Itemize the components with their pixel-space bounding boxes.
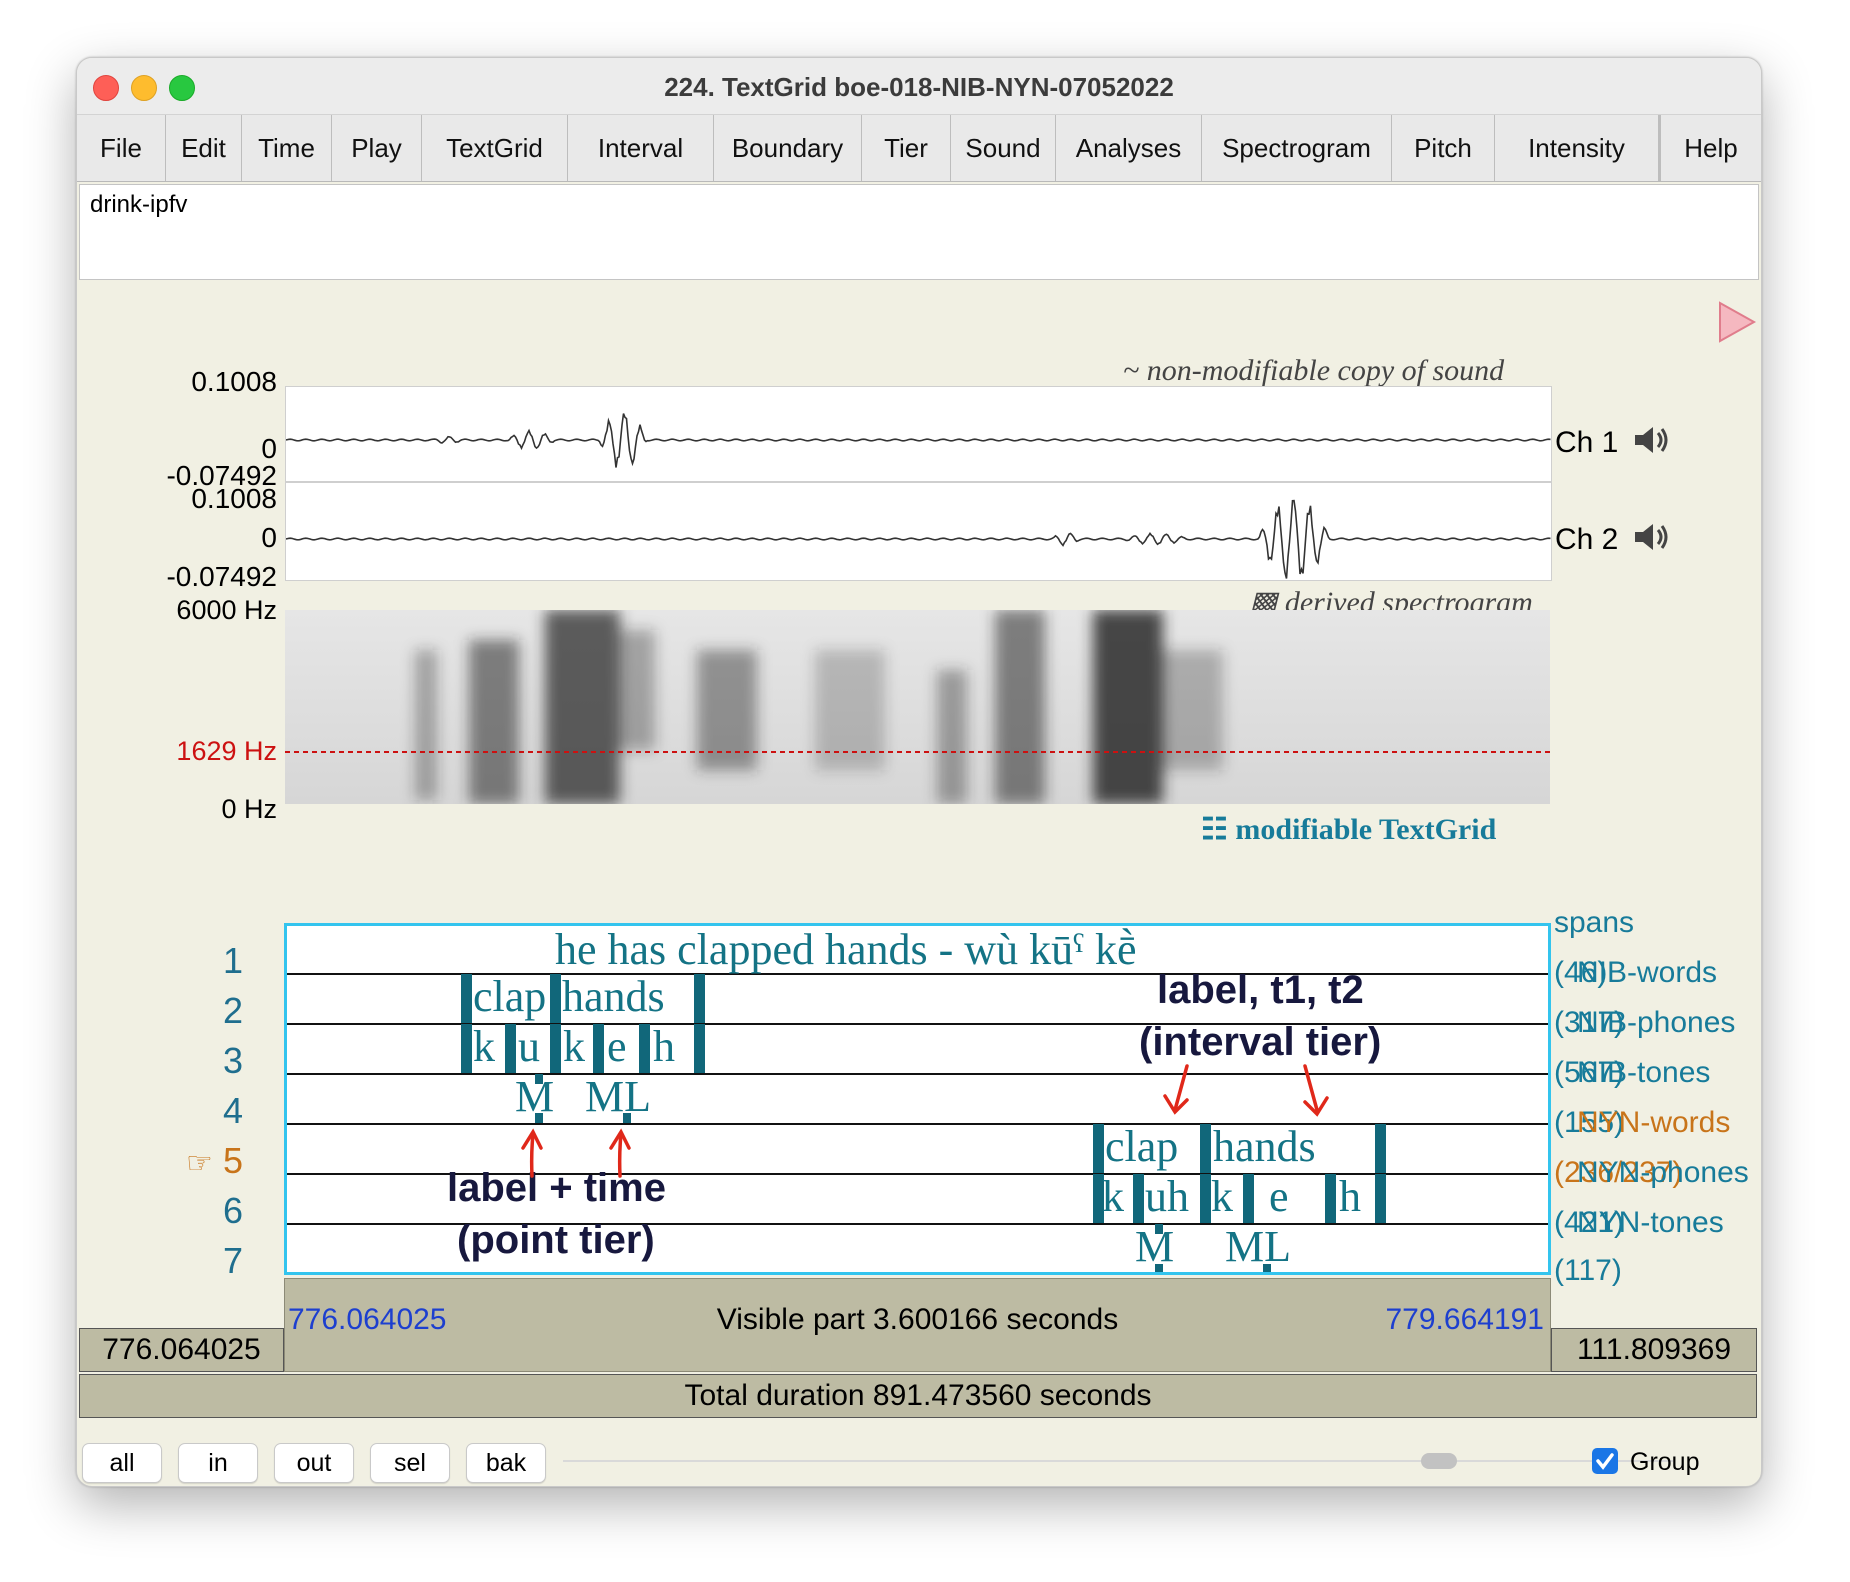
- tier-number-4: 4: [222, 1090, 243, 1131]
- tier-name-2: NIB-words: [1577, 956, 1718, 989]
- textgrid-panel[interactable]: he has clapped hands - wù kūˤ kḕ clap ha…: [284, 923, 1551, 1275]
- tier-name-5: NYN-words: [1577, 1106, 1731, 1139]
- waveform-ch1[interactable]: [285, 386, 1552, 482]
- tier-number-5-group[interactable]: ☞ 5: [123, 1140, 243, 1182]
- zoom-all-button[interactable]: all: [82, 1443, 162, 1483]
- ch2-zero-label: 0: [261, 522, 277, 553]
- visible-end-time: 779.664191: [1385, 1303, 1545, 1336]
- textgrid-note: ☷ modifiable TextGrid: [1201, 813, 1497, 846]
- tier-count-7: (117): [1554, 1254, 1622, 1287]
- group-checkbox[interactable]: [1592, 1448, 1618, 1474]
- tier-number-7: 7: [222, 1240, 243, 1281]
- play-triangle-icon[interactable]: [1717, 300, 1757, 344]
- zoom-selection-button[interactable]: sel: [370, 1443, 450, 1483]
- interval-text-field[interactable]: drink-ipfv: [79, 184, 1759, 280]
- spectrogram-cursor-label: 1629 Hz: [176, 736, 277, 766]
- tier-name-6: NYN-phones: [1577, 1156, 1749, 1189]
- scrollbar-thumb[interactable]: [1421, 1453, 1457, 1469]
- group-label: Group: [1630, 1448, 1700, 1476]
- interval-text-value: drink-ipfv: [90, 191, 188, 218]
- ch2-label: Ch 2: [1555, 523, 1619, 556]
- speaker-icon[interactable]: [1633, 424, 1671, 456]
- spectrogram-image: [285, 610, 1550, 804]
- menu-interval[interactable]: Interval: [568, 115, 714, 181]
- menu-intensity[interactable]: Intensity: [1495, 115, 1659, 181]
- tier-number-6: 6: [222, 1190, 243, 1231]
- tier-number-3: 3: [222, 1040, 243, 1081]
- menu-boundary[interactable]: Boundary: [714, 115, 862, 181]
- menu-spectrogram[interactable]: Spectrogram: [1202, 115, 1392, 181]
- ch1-label: Ch 1: [1555, 426, 1619, 459]
- tier-name-7: NYN-tones: [1577, 1206, 1724, 1239]
- spectrogram-top-label: 6000 Hz: [176, 595, 277, 625]
- visible-part-bar[interactable]: 776.064025 Visible part 3.600166 seconds…: [284, 1278, 1551, 1372]
- menu-sound[interactable]: Sound: [951, 115, 1056, 181]
- menu-textgrid[interactable]: TextGrid: [422, 115, 568, 181]
- annotation-arrows: [521, 1064, 1329, 1178]
- ch1-label-group: Ch 1: [1555, 424, 1671, 460]
- waveform-ch2-trace: [285, 499, 1551, 579]
- waveform-ch2[interactable]: [285, 482, 1552, 581]
- speaker-icon[interactable]: [1633, 521, 1671, 553]
- ch2-min-label: -0.07492: [166, 561, 277, 592]
- zoom-out-button[interactable]: out: [274, 1443, 354, 1483]
- tier-number-1: 1: [222, 940, 243, 981]
- menu-pitch[interactable]: Pitch: [1392, 115, 1495, 181]
- checkmark-icon: [1596, 1453, 1614, 1470]
- ch2-max-label: 0.1008: [191, 483, 277, 514]
- menu-time[interactable]: Time: [242, 115, 332, 181]
- window-title: 224. TextGrid boe-018-NIB-NYN-07052022: [664, 72, 1174, 102]
- waveform-line: [285, 413, 1551, 468]
- horizontal-scrollbar-track[interactable]: [563, 1460, 1673, 1462]
- ch2-label-group: Ch 2: [1555, 521, 1671, 557]
- waveform-line: [285, 499, 1551, 579]
- waveform-ch1-trace: [285, 413, 1551, 468]
- sound-note: ~ non-modifiable copy of sound: [1123, 354, 1505, 387]
- zoom-in-button[interactable]: in: [178, 1443, 258, 1483]
- spectrogram-bottom-label: 0 Hz: [221, 794, 277, 824]
- tier-number-2: 2: [222, 990, 243, 1031]
- tier-name-1: spans: [1554, 906, 1635, 939]
- menu-play[interactable]: Play: [332, 115, 422, 181]
- menu-bar: File Edit Time Play TextGrid Interval Bo…: [77, 115, 1761, 182]
- ch1-max-label: 0.1008: [191, 366, 277, 397]
- textgrid-editor-window: 224. TextGrid boe-018-NIB-NYN-07052022 F…: [76, 57, 1762, 1487]
- total-duration-bar[interactable]: Total duration 891.473560 seconds: [79, 1374, 1757, 1418]
- menu-file[interactable]: File: [77, 115, 166, 181]
- spectrogram-panel[interactable]: [285, 610, 1550, 804]
- menu-edit[interactable]: Edit: [166, 115, 242, 181]
- tier-name-3: NIB-phones: [1577, 1006, 1736, 1039]
- left-window-time[interactable]: 776.064025: [79, 1328, 284, 1372]
- right-window-time[interactable]: 111.809369: [1551, 1328, 1757, 1372]
- tier-number-5: 5: [222, 1140, 243, 1181]
- tier-name-4: NIB-tones: [1577, 1056, 1711, 1089]
- pointing-hand-icon: ☞: [186, 1147, 213, 1180]
- menu-help[interactable]: Help: [1659, 115, 1761, 181]
- zoom-back-button[interactable]: bak: [466, 1443, 546, 1483]
- menu-analyses[interactable]: Analyses: [1056, 115, 1202, 181]
- title-bar: 224. TextGrid boe-018-NIB-NYN-07052022: [77, 58, 1761, 115]
- menu-tier[interactable]: Tier: [862, 115, 951, 181]
- visible-part-label: Visible part 3.600166 seconds: [716, 1303, 1119, 1336]
